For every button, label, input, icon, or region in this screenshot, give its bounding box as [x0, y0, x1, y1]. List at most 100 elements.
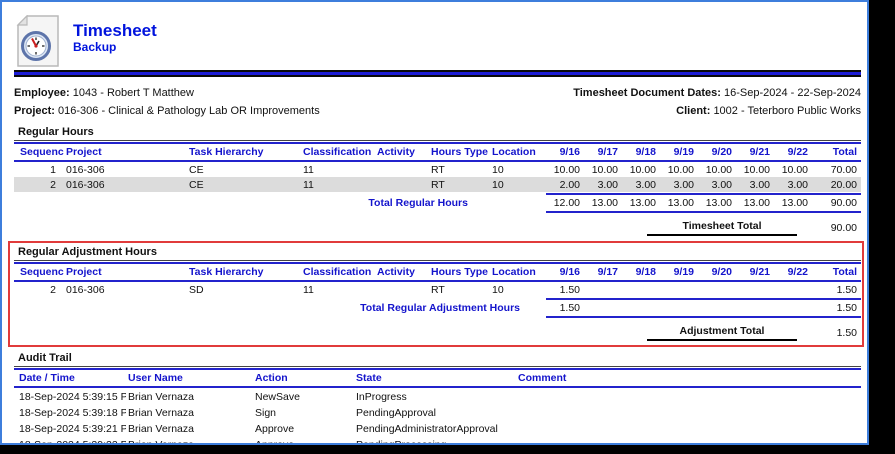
cell-state: PendingAdministratorApproval — [354, 420, 516, 436]
col-header-day: 9/17 — [584, 263, 622, 281]
total-day-value — [660, 302, 698, 314]
cell-day: 3.00 — [736, 177, 774, 192]
timesheet-total-label: Timesheet Total — [647, 220, 797, 236]
cell-total: 1.50 — [812, 281, 861, 297]
cell-state: InProgress — [354, 387, 516, 404]
timesheet-total-row: Timesheet Total 90.00 — [14, 220, 861, 236]
col-header-state: State — [354, 369, 516, 387]
adjustment-total-label: Adjustment Total — [647, 325, 797, 341]
total-adjustment-hours-values: 1.50 1.50 — [546, 298, 861, 318]
cell-day — [736, 281, 774, 297]
total-day-value — [736, 302, 774, 314]
adjustment-highlight-box: Regular Adjustment Hours Sequence Projec… — [8, 241, 864, 347]
cell-state: PendingApproval — [354, 404, 516, 420]
cell-user-name: Brian Vernaza — [126, 436, 253, 445]
report-header: Timesheet Backup — [2, 2, 867, 68]
cell-state: PendingProcessing — [354, 436, 516, 445]
col-header-action: Action — [253, 369, 354, 387]
table-row: 1 016-306 CE 11 RT 10 10.00 10.00 10.00 … — [14, 161, 861, 177]
cell-action: NewSave — [253, 387, 354, 404]
col-header-day: 9/16 — [546, 143, 584, 161]
cell-comment — [516, 436, 861, 445]
col-header-project: Project — [64, 263, 187, 281]
employee-field: Employee: 1043 - Robert T Matthew — [14, 84, 194, 102]
cell-total: 70.00 — [812, 161, 861, 177]
table-row: 18-Sep-2024 5:39:21 PM Brian Vernaza App… — [14, 420, 861, 436]
audit-trail-table: Date / Time User Name Action State Comme… — [14, 368, 861, 445]
total-adjustment-hours-row: Total Regular Adjustment Hours 1.50 1.50 — [14, 298, 861, 318]
total-value: 90.00 — [812, 197, 861, 209]
col-header-day: 9/20 — [698, 143, 736, 161]
cell-task-hierarchy: CE — [187, 161, 301, 177]
timesheet-clock-document-icon — [16, 15, 60, 67]
total-day-value — [584, 302, 622, 314]
cell-sequence: 2 — [14, 177, 64, 192]
total-day-value: 13.00 — [584, 197, 622, 209]
col-header-task-hierarchy: Task Hierarchy — [187, 143, 301, 161]
page-title: Timesheet — [73, 21, 157, 40]
cell-total: 20.00 — [812, 177, 861, 192]
cell-day: 10.00 — [660, 161, 698, 177]
regular-hours-header-row: Sequence Project Task Hierarchy Classifi… — [14, 143, 861, 161]
cell-day: 10.00 — [774, 161, 812, 177]
total-day-value: 13.00 — [736, 197, 774, 209]
client-label: Client: — [676, 105, 710, 117]
adjustment-total-value: 1.50 — [797, 327, 861, 341]
cell-day: 10.00 — [736, 161, 774, 177]
cell-project: 016-306 — [64, 177, 187, 192]
client-value: 1002 - Teterboro Public Works — [713, 105, 861, 117]
adjustment-hours-table: Sequence Project Task Hierarchy Classifi… — [14, 262, 861, 297]
cell-day: 2.00 — [546, 177, 584, 192]
cell-date-time: 18-Sep-2024 5:39:22 PM — [14, 436, 126, 445]
table-row: 18-Sep-2024 5:39:15 PM Brian Vernaza New… — [14, 387, 861, 404]
dates-value: 16-Sep-2024 - 22-Sep-2024 — [724, 87, 861, 99]
cell-day — [584, 281, 622, 297]
cell-project: 016-306 — [64, 161, 187, 177]
report-title-block: Timesheet Backup — [73, 15, 157, 68]
regular-hours-table: Sequence Project Task Hierarchy Classifi… — [14, 142, 861, 192]
cell-location: 10 — [490, 281, 546, 297]
cell-day: 3.00 — [698, 177, 736, 192]
col-header-classification: Classification — [301, 263, 375, 281]
col-header-sequence: Sequence — [14, 263, 64, 281]
total-day-value: 13.00 — [698, 197, 736, 209]
audit-trail-title: Audit Trail — [14, 351, 861, 367]
employee-value: 1043 - Robert T Matthew — [73, 87, 194, 99]
col-header-day: 9/18 — [622, 263, 660, 281]
table-row: 18-Sep-2024 5:39:22 PM Brian Vernaza App… — [14, 436, 861, 445]
cell-day: 10.00 — [698, 161, 736, 177]
col-header-comment: Comment — [516, 369, 861, 387]
total-day-value: 13.00 — [660, 197, 698, 209]
cell-day: 3.00 — [584, 177, 622, 192]
cell-date-time: 18-Sep-2024 5:39:21 PM — [14, 420, 126, 436]
employee-label: Employee: — [14, 87, 70, 99]
col-header-day: 9/21 — [736, 263, 774, 281]
adjustment-hours-title: Regular Adjustment Hours — [14, 245, 861, 261]
total-day-value — [774, 302, 812, 314]
cell-action: Approve — [253, 420, 354, 436]
cell-date-time: 18-Sep-2024 5:39:15 PM — [14, 387, 126, 404]
cell-action: Sign — [253, 404, 354, 420]
total-adjustment-hours-label: Total Regular Adjustment Hours — [360, 302, 520, 314]
col-header-day: 9/16 — [546, 263, 584, 281]
col-header-activity: Activity — [375, 263, 429, 281]
cell-day — [774, 281, 812, 297]
page-subtitle: Backup — [73, 40, 157, 55]
total-day-value — [698, 302, 736, 314]
table-row: 2 016-306 SD 11 RT 10 1.50 1.50 — [14, 281, 861, 297]
report-window: Timesheet Backup Employee: 1043 - Robert… — [0, 0, 869, 445]
cell-classification: 11 — [301, 161, 375, 177]
cell-hours-type: RT — [429, 281, 490, 297]
table-row: 2 016-306 CE 11 RT 10 2.00 3.00 3.00 3.0… — [14, 177, 861, 192]
cell-comment — [516, 387, 861, 404]
col-header-task-hierarchy: Task Hierarchy — [187, 263, 301, 281]
adjustment-total-row: Adjustment Total 1.50 — [14, 325, 861, 341]
audit-header-row: Date / Time User Name Action State Comme… — [14, 369, 861, 387]
header-rule — [14, 70, 861, 77]
cell-classification: 11 — [301, 281, 375, 297]
col-header-day: 9/21 — [736, 143, 774, 161]
col-header-hours-type: Hours Type — [429, 263, 490, 281]
cell-task-hierarchy: CE — [187, 177, 301, 192]
cell-user-name: Brian Vernaza — [126, 404, 253, 420]
col-header-location: Location — [490, 263, 546, 281]
